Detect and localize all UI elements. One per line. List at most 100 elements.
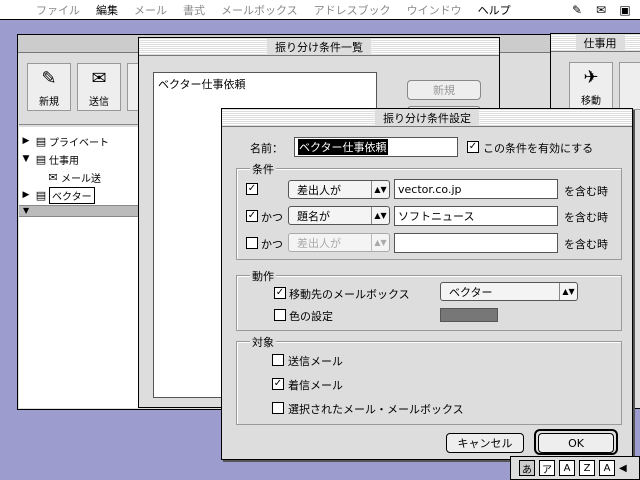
rule-name-text: ベクター仕事依頼	[298, 139, 388, 155]
cancel-button[interactable]: キャンセル	[446, 433, 524, 453]
popup-arrows-icon: ▲▼	[371, 207, 389, 224]
rule-settings-dialog: 振り分け条件設定 名前： ベクター仕事依頼 ✓ この条件を有効にする 条件 ✓ …	[221, 108, 633, 460]
move-target-popup[interactable]: ベクター ▲▼	[440, 282, 578, 301]
ime-hiragana-key[interactable]: あ	[519, 460, 535, 476]
ime-katakana-key[interactable]: ア	[539, 460, 555, 476]
condition-2-connector: かつ	[261, 211, 283, 224]
folder-private[interactable]: ▶ ▤ プライベート	[19, 133, 109, 149]
conditions-title: 条件	[250, 161, 276, 177]
ime-halfwidth-key[interactable]: Z	[579, 460, 595, 476]
menu-file[interactable]: ファイル	[28, 2, 88, 18]
menu-format[interactable]: 書式	[175, 2, 213, 18]
target-received-label: 着信メール	[288, 379, 343, 392]
move-icon: ✈	[583, 67, 599, 88]
condition-3-value-input[interactable]	[394, 233, 558, 253]
popup-arrows-icon: ▲▼	[559, 283, 577, 300]
menu-addressbook[interactable]: アドレスブック	[306, 2, 399, 18]
work-window-titlebar[interactable]: 仕事用	[551, 34, 640, 52]
ime-direct-key[interactable]: A	[599, 460, 615, 476]
send-button[interactable]: ✉ 送信	[77, 63, 121, 111]
target-sent-checkbox[interactable]	[272, 354, 284, 366]
menu-edit[interactable]: 編集	[88, 2, 126, 18]
menu-mailbox[interactable]: メールボックス	[213, 2, 306, 18]
enable-rule-checkbox[interactable]: ✓	[467, 141, 479, 153]
condition-3-connector: かつ	[261, 238, 283, 251]
target-received-checkbox[interactable]: ✓	[272, 378, 284, 390]
move-mailbox-label: 移動先のメールボックス	[289, 288, 410, 301]
folder-sent-label: メール送	[61, 173, 101, 185]
application-menu-icon[interactable]: ▣	[616, 1, 634, 18]
condition-2-value-text: ソフトニュース	[398, 210, 475, 223]
condition-1-field-popup[interactable]: 差出人が ▲▼	[288, 180, 390, 199]
popup-arrows-icon: ▲▼	[371, 234, 389, 251]
folder-list-bottom-bar: ▼	[19, 205, 139, 217]
condition-1-value-text: vector.co.jp	[398, 182, 462, 196]
color-swatch[interactable]	[440, 308, 498, 322]
menu-window[interactable]: ウインドウ	[399, 2, 470, 18]
sent-mail-icon: ✉	[48, 170, 58, 184]
ok-button[interactable]: OK	[538, 433, 614, 453]
condition-1-checkbox[interactable]: ✓	[246, 183, 258, 195]
compose-icon: ✎	[41, 68, 57, 89]
new-mail-label: 新規	[39, 97, 59, 108]
work-window-title: 仕事用	[575, 34, 625, 51]
target-selected-checkbox[interactable]	[272, 402, 284, 414]
dialog-title: 振り分け条件設定	[375, 109, 479, 126]
ime-alpha-key[interactable]: A	[559, 460, 575, 476]
condition-3-field-popup[interactable]: 差出人が ▲▼	[288, 233, 390, 252]
condition-3-checkbox[interactable]	[246, 237, 258, 249]
folder-work-label: 仕事用	[49, 155, 79, 167]
target-selected-label: 選択されたメール・メールボックス	[288, 403, 464, 416]
move-mailbox-checkbox[interactable]: ✓	[274, 287, 286, 299]
ime-palette-arrow-icon[interactable]: ◀	[619, 463, 627, 474]
action-title: 動作	[250, 268, 276, 284]
enable-rule-label: この条件を有効にする	[483, 142, 594, 155]
new-rule-button[interactable]: 新規	[407, 80, 481, 100]
condition-3-suffix: を含む時	[564, 238, 608, 251]
menubar: ファイル 編集 メール 書式 メールボックス アドレスブック ウインドウ ヘルプ…	[0, 0, 640, 20]
folder-work[interactable]: ▼ ▤ 仕事用	[19, 151, 79, 167]
condition-2-field-text: 題名が	[297, 209, 330, 223]
folder-rename-field[interactable]: ベクター	[49, 186, 95, 204]
menu-help[interactable]: ヘルプ	[470, 2, 519, 18]
condition-1-suffix: を含む時	[564, 185, 608, 198]
mailbox-folder-icon: ▤	[35, 134, 47, 148]
color-setting-checkbox[interactable]	[274, 309, 286, 321]
condition-1-field-text: 差出人が	[297, 183, 341, 197]
pencil-icon[interactable]: ✎	[568, 1, 586, 18]
condition-2-field-popup[interactable]: 題名が ▲▼	[288, 206, 390, 225]
new-mail-button[interactable]: ✎ 新規	[27, 63, 71, 111]
rule-name-input[interactable]: ベクター仕事依頼	[294, 137, 458, 157]
toolbar-button-partial-right[interactable]	[619, 62, 640, 110]
mailbox-folder-icon: ▤	[35, 188, 47, 202]
condition-1-value-input[interactable]: vector.co.jp	[394, 179, 558, 199]
condition-2-checkbox[interactable]: ✓	[246, 210, 258, 222]
move-button[interactable]: ✈ 移動	[569, 62, 613, 110]
folder-vector[interactable]: ▶ ▤ ベクター	[19, 186, 95, 204]
disclosure-triangle-icon[interactable]: ▶	[19, 136, 33, 146]
move-label: 移動	[581, 96, 601, 107]
app-icon[interactable]: ✉	[592, 1, 610, 18]
mailbox-folder-icon: ▤	[35, 152, 47, 166]
popup-arrows-icon: ▲▼	[371, 181, 389, 198]
folder-sent[interactable]: ✉ メール送	[45, 169, 101, 185]
menubar-extras: ✎ ✉ ▣	[568, 1, 634, 18]
target-sent-label: 送信メール	[288, 355, 343, 368]
send-icon: ✉	[91, 68, 107, 89]
menu-mail[interactable]: メール	[126, 2, 175, 18]
folder-private-label: プライベート	[49, 137, 109, 149]
rules-list-titlebar[interactable]: 振り分け条件一覧	[139, 38, 499, 56]
send-label: 送信	[89, 97, 109, 108]
disclosure-triangle-icon[interactable]: ▶	[19, 190, 33, 200]
condition-2-value-input[interactable]: ソフトニュース	[394, 206, 558, 226]
ime-palette: あ ア A Z A ◀	[510, 456, 640, 480]
folder-menu-arrow-icon[interactable]: ▼	[23, 206, 29, 215]
name-label: 名前：	[250, 142, 283, 155]
move-target-text: ベクター	[449, 285, 493, 299]
condition-3-field-text: 差出人が	[297, 236, 341, 250]
dialog-titlebar[interactable]: 振り分け条件設定	[222, 109, 632, 127]
color-setting-label: 色の設定	[289, 310, 333, 323]
disclosure-triangle-open-icon[interactable]: ▼	[19, 154, 33, 164]
rule-item[interactable]: ベクター仕事依頼	[154, 73, 376, 95]
rules-list-title: 振り分け条件一覧	[267, 38, 371, 55]
